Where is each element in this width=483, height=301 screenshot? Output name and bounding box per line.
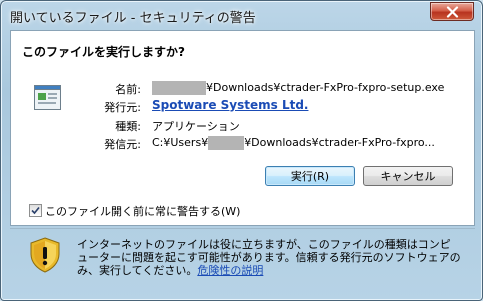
publisher-label: 発行元: — [104, 101, 141, 114]
question-heading: このファイルを実行しますか? — [22, 45, 185, 59]
name-label: 名前: — [115, 83, 141, 96]
redacted-block — [152, 81, 206, 95]
file-path-text: ¥Downloads¥ctrader-FxPro-fxpro-setup.exe — [206, 81, 445, 94]
checkmark-icon — [31, 206, 40, 215]
window-title: 開いているファイル - セキュリティの警告 — [10, 11, 256, 26]
title-bar[interactable]: 開いているファイル - セキュリティの警告 — [1, 1, 482, 29]
redacted-block — [208, 136, 245, 150]
always-warn-checkbox[interactable] — [29, 204, 42, 217]
warning-text: インターネットのファイルは役に立ちますが、このファイルの種類はコンピューターに問… — [77, 238, 461, 277]
from-prefix-text: C:¥Users¥ — [152, 136, 209, 149]
always-warn-label[interactable]: このファイル開く前に常に警告する(W) — [45, 203, 240, 219]
type-value: アプリケーション — [152, 120, 240, 133]
from-label: 発信元: — [104, 138, 141, 151]
name-value: ¥Downloads¥ctrader-FxPro-fxpro-setup.exe — [152, 81, 444, 95]
from-value: C:¥Users¥ ¥Downloads¥ctrader-FxPro-fxpro.… — [152, 136, 435, 150]
close-button[interactable] — [430, 2, 474, 21]
type-label: 種類: — [115, 120, 141, 133]
close-x-icon — [446, 6, 459, 18]
from-suffix-text: ¥Downloads¥ctrader-FxPro-fxpro... — [244, 136, 435, 149]
risk-explanation-link[interactable]: 危険性の説明 — [197, 264, 263, 277]
executable-file-icon — [34, 85, 61, 110]
warning-message: インターネットのファイルは役に立ちますが、このファイルの種類はコンピューターに問… — [77, 238, 461, 277]
security-warning-dialog: 開いているファイル - セキュリティの警告 このファイルを実行しますか? 名前:… — [0, 0, 483, 301]
run-button[interactable]: 実行(R) — [265, 166, 355, 186]
divider — [10, 228, 475, 229]
cancel-button[interactable]: キャンセル — [363, 166, 453, 186]
publisher-value: Spotware Systems Ltd. — [152, 98, 308, 112]
dialog-content: このファイルを実行しますか? 名前: ¥Downloads¥ctrader-Fx… — [10, 30, 475, 226]
publisher-link[interactable]: Spotware Systems Ltd. — [152, 98, 308, 112]
shield-warning-icon — [30, 237, 60, 273]
